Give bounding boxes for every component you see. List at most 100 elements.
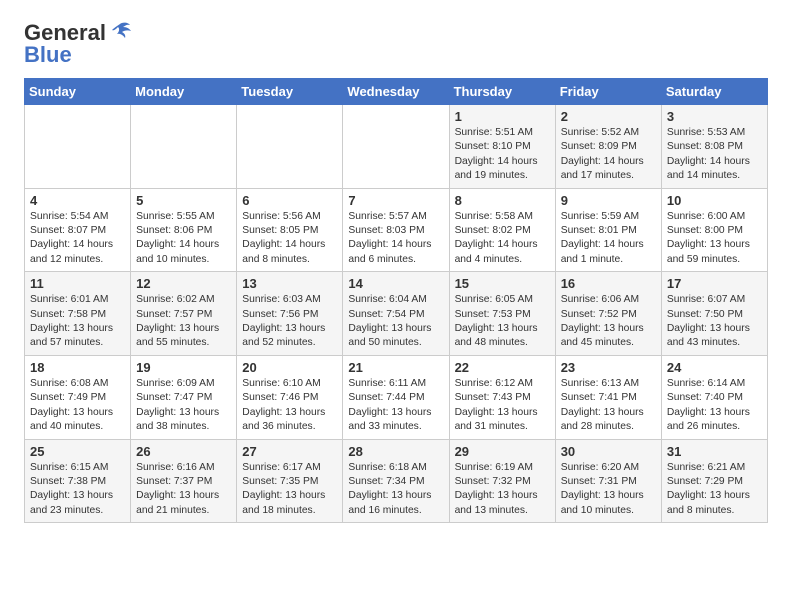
cell-content: Sunrise: 6:11 AM Sunset: 7:44 PM Dayligh… (348, 377, 443, 435)
day-number: 7 (348, 193, 443, 208)
calendar-cell: 29 Sunrise: 6:19 AM Sunset: 7:32 PM Dayli… (449, 439, 555, 523)
calendar-cell: 6 Sunrise: 5:56 AM Sunset: 8:05 PM Daylig… (237, 188, 343, 272)
cell-content: Sunrise: 6:18 AM Sunset: 7:34 PM Dayligh… (348, 461, 443, 519)
calendar-cell: 20 Sunrise: 6:10 AM Sunset: 7:46 PM Dayli… (237, 355, 343, 439)
day-number: 23 (561, 360, 656, 375)
cell-content: Sunrise: 5:54 AM Sunset: 8:07 PM Dayligh… (30, 210, 125, 268)
calendar-cell: 19 Sunrise: 6:09 AM Sunset: 7:47 PM Dayli… (131, 355, 237, 439)
day-number: 9 (561, 193, 656, 208)
calendar-cell: 4 Sunrise: 5:54 AM Sunset: 8:07 PM Daylig… (25, 188, 131, 272)
cell-content: Sunrise: 6:05 AM Sunset: 7:53 PM Dayligh… (455, 293, 550, 351)
calendar-cell: 21 Sunrise: 6:11 AM Sunset: 7:44 PM Dayli… (343, 355, 449, 439)
calendar-cell: 9 Sunrise: 5:59 AM Sunset: 8:01 PM Daylig… (555, 188, 661, 272)
header-tuesday: Tuesday (237, 79, 343, 105)
cell-content: Sunrise: 6:13 AM Sunset: 7:41 PM Dayligh… (561, 377, 656, 435)
cell-content: Sunrise: 6:07 AM Sunset: 7:50 PM Dayligh… (667, 293, 762, 351)
cell-content: Sunrise: 5:56 AM Sunset: 8:05 PM Dayligh… (242, 210, 337, 268)
calendar-cell: 30Sunrise: 6:20 AM Sunset: 7:31 PM Dayli… (555, 439, 661, 523)
day-number: 24 (667, 360, 762, 375)
day-number: 16 (561, 276, 656, 291)
cell-content: Sunrise: 5:57 AM Sunset: 8:03 PM Dayligh… (348, 210, 443, 268)
calendar-week-row: 25 Sunrise: 6:15 AM Sunset: 7:38 PM Dayli… (25, 439, 768, 523)
day-number: 11 (30, 276, 125, 291)
day-number: 20 (242, 360, 337, 375)
calendar-cell: 14 Sunrise: 6:04 AM Sunset: 7:54 PM Dayli… (343, 272, 449, 356)
cell-content: Sunrise: 6:14 AM Sunset: 7:40 PM Dayligh… (667, 377, 762, 435)
logo-bird-icon (110, 22, 132, 40)
calendar-cell: 13Sunrise: 6:03 AM Sunset: 7:56 PM Dayli… (237, 272, 343, 356)
day-number: 12 (136, 276, 231, 291)
logo: General Blue (24, 20, 132, 68)
calendar-cell: 24 Sunrise: 6:14 AM Sunset: 7:40 PM Dayli… (661, 355, 767, 439)
header-sunday: Sunday (25, 79, 131, 105)
cell-content: Sunrise: 6:19 AM Sunset: 7:32 PM Dayligh… (455, 461, 550, 519)
calendar-week-row: 1 Sunrise: 5:51 AM Sunset: 8:10 PM Daylig… (25, 105, 768, 189)
day-number: 2 (561, 109, 656, 124)
day-number: 26 (136, 444, 231, 459)
cell-content: Sunrise: 6:17 AM Sunset: 7:35 PM Dayligh… (242, 461, 337, 519)
page-header: General Blue (24, 20, 768, 68)
cell-content: Sunrise: 6:01 AM Sunset: 7:58 PM Dayligh… (30, 293, 125, 351)
cell-content: Sunrise: 5:58 AM Sunset: 8:02 PM Dayligh… (455, 210, 550, 268)
day-number: 19 (136, 360, 231, 375)
day-number: 18 (30, 360, 125, 375)
cell-content: Sunrise: 6:09 AM Sunset: 7:47 PM Dayligh… (136, 377, 231, 435)
day-number: 13 (242, 276, 337, 291)
calendar-cell: 17Sunrise: 6:07 AM Sunset: 7:50 PM Dayli… (661, 272, 767, 356)
cell-content: Sunrise: 6:12 AM Sunset: 7:43 PM Dayligh… (455, 377, 550, 435)
calendar-header-row: SundayMondayTuesdayWednesdayThursdayFrid… (25, 79, 768, 105)
cell-content: Sunrise: 6:02 AM Sunset: 7:57 PM Dayligh… (136, 293, 231, 351)
calendar-cell: 5 Sunrise: 5:55 AM Sunset: 8:06 PM Daylig… (131, 188, 237, 272)
day-number: 5 (136, 193, 231, 208)
calendar-cell: 23 Sunrise: 6:13 AM Sunset: 7:41 PM Dayli… (555, 355, 661, 439)
day-number: 4 (30, 193, 125, 208)
header-thursday: Thursday (449, 79, 555, 105)
cell-content: Sunrise: 6:16 AM Sunset: 7:37 PM Dayligh… (136, 461, 231, 519)
calendar-cell: 28Sunrise: 6:18 AM Sunset: 7:34 PM Dayli… (343, 439, 449, 523)
day-number: 21 (348, 360, 443, 375)
cell-content: Sunrise: 5:52 AM Sunset: 8:09 PM Dayligh… (561, 126, 656, 184)
calendar-cell: 12 Sunrise: 6:02 AM Sunset: 7:57 PM Dayli… (131, 272, 237, 356)
day-number: 14 (348, 276, 443, 291)
cell-content: Sunrise: 5:59 AM Sunset: 8:01 PM Dayligh… (561, 210, 656, 268)
day-number: 8 (455, 193, 550, 208)
cell-content: Sunrise: 6:06 AM Sunset: 7:52 PM Dayligh… (561, 293, 656, 351)
day-number: 22 (455, 360, 550, 375)
calendar-cell: 26 Sunrise: 6:16 AM Sunset: 7:37 PM Dayli… (131, 439, 237, 523)
calendar-cell: 3Sunrise: 5:53 AM Sunset: 8:08 PM Daylig… (661, 105, 767, 189)
cell-content: Sunrise: 5:55 AM Sunset: 8:06 PM Dayligh… (136, 210, 231, 268)
day-number: 27 (242, 444, 337, 459)
calendar-cell: 18 Sunrise: 6:08 AM Sunset: 7:49 PM Dayli… (25, 355, 131, 439)
calendar-cell: 10 Sunrise: 6:00 AM Sunset: 8:00 PM Dayli… (661, 188, 767, 272)
calendar-cell (237, 105, 343, 189)
calendar-cell: 1 Sunrise: 5:51 AM Sunset: 8:10 PM Daylig… (449, 105, 555, 189)
calendar-cell: 2 Sunrise: 5:52 AM Sunset: 8:09 PM Daylig… (555, 105, 661, 189)
header-saturday: Saturday (661, 79, 767, 105)
header-friday: Friday (555, 79, 661, 105)
calendar-cell: 27 Sunrise: 6:17 AM Sunset: 7:35 PM Dayli… (237, 439, 343, 523)
calendar-week-row: 18 Sunrise: 6:08 AM Sunset: 7:49 PM Dayli… (25, 355, 768, 439)
logo-blue-text: Blue (24, 42, 72, 68)
cell-content: Sunrise: 5:53 AM Sunset: 8:08 PM Dayligh… (667, 126, 762, 184)
cell-content: Sunrise: 6:10 AM Sunset: 7:46 PM Dayligh… (242, 377, 337, 435)
cell-content: Sunrise: 6:15 AM Sunset: 7:38 PM Dayligh… (30, 461, 125, 519)
calendar-cell: 15 Sunrise: 6:05 AM Sunset: 7:53 PM Dayli… (449, 272, 555, 356)
calendar-cell: 7 Sunrise: 5:57 AM Sunset: 8:03 PM Daylig… (343, 188, 449, 272)
cell-content: Sunrise: 6:04 AM Sunset: 7:54 PM Dayligh… (348, 293, 443, 351)
cell-content: Sunrise: 6:00 AM Sunset: 8:00 PM Dayligh… (667, 210, 762, 268)
calendar-cell: 11 Sunrise: 6:01 AM Sunset: 7:58 PM Dayli… (25, 272, 131, 356)
day-number: 6 (242, 193, 337, 208)
day-number: 29 (455, 444, 550, 459)
header-wednesday: Wednesday (343, 79, 449, 105)
cell-content: Sunrise: 6:08 AM Sunset: 7:49 PM Dayligh… (30, 377, 125, 435)
cell-content: Sunrise: 5:51 AM Sunset: 8:10 PM Dayligh… (455, 126, 550, 184)
day-number: 1 (455, 109, 550, 124)
calendar-cell: 31Sunrise: 6:21 AM Sunset: 7:29 PM Dayli… (661, 439, 767, 523)
day-number: 30 (561, 444, 656, 459)
day-number: 25 (30, 444, 125, 459)
calendar-cell: 8 Sunrise: 5:58 AM Sunset: 8:02 PM Daylig… (449, 188, 555, 272)
calendar-cell: 22 Sunrise: 6:12 AM Sunset: 7:43 PM Dayli… (449, 355, 555, 439)
day-number: 10 (667, 193, 762, 208)
day-number: 15 (455, 276, 550, 291)
header-monday: Monday (131, 79, 237, 105)
